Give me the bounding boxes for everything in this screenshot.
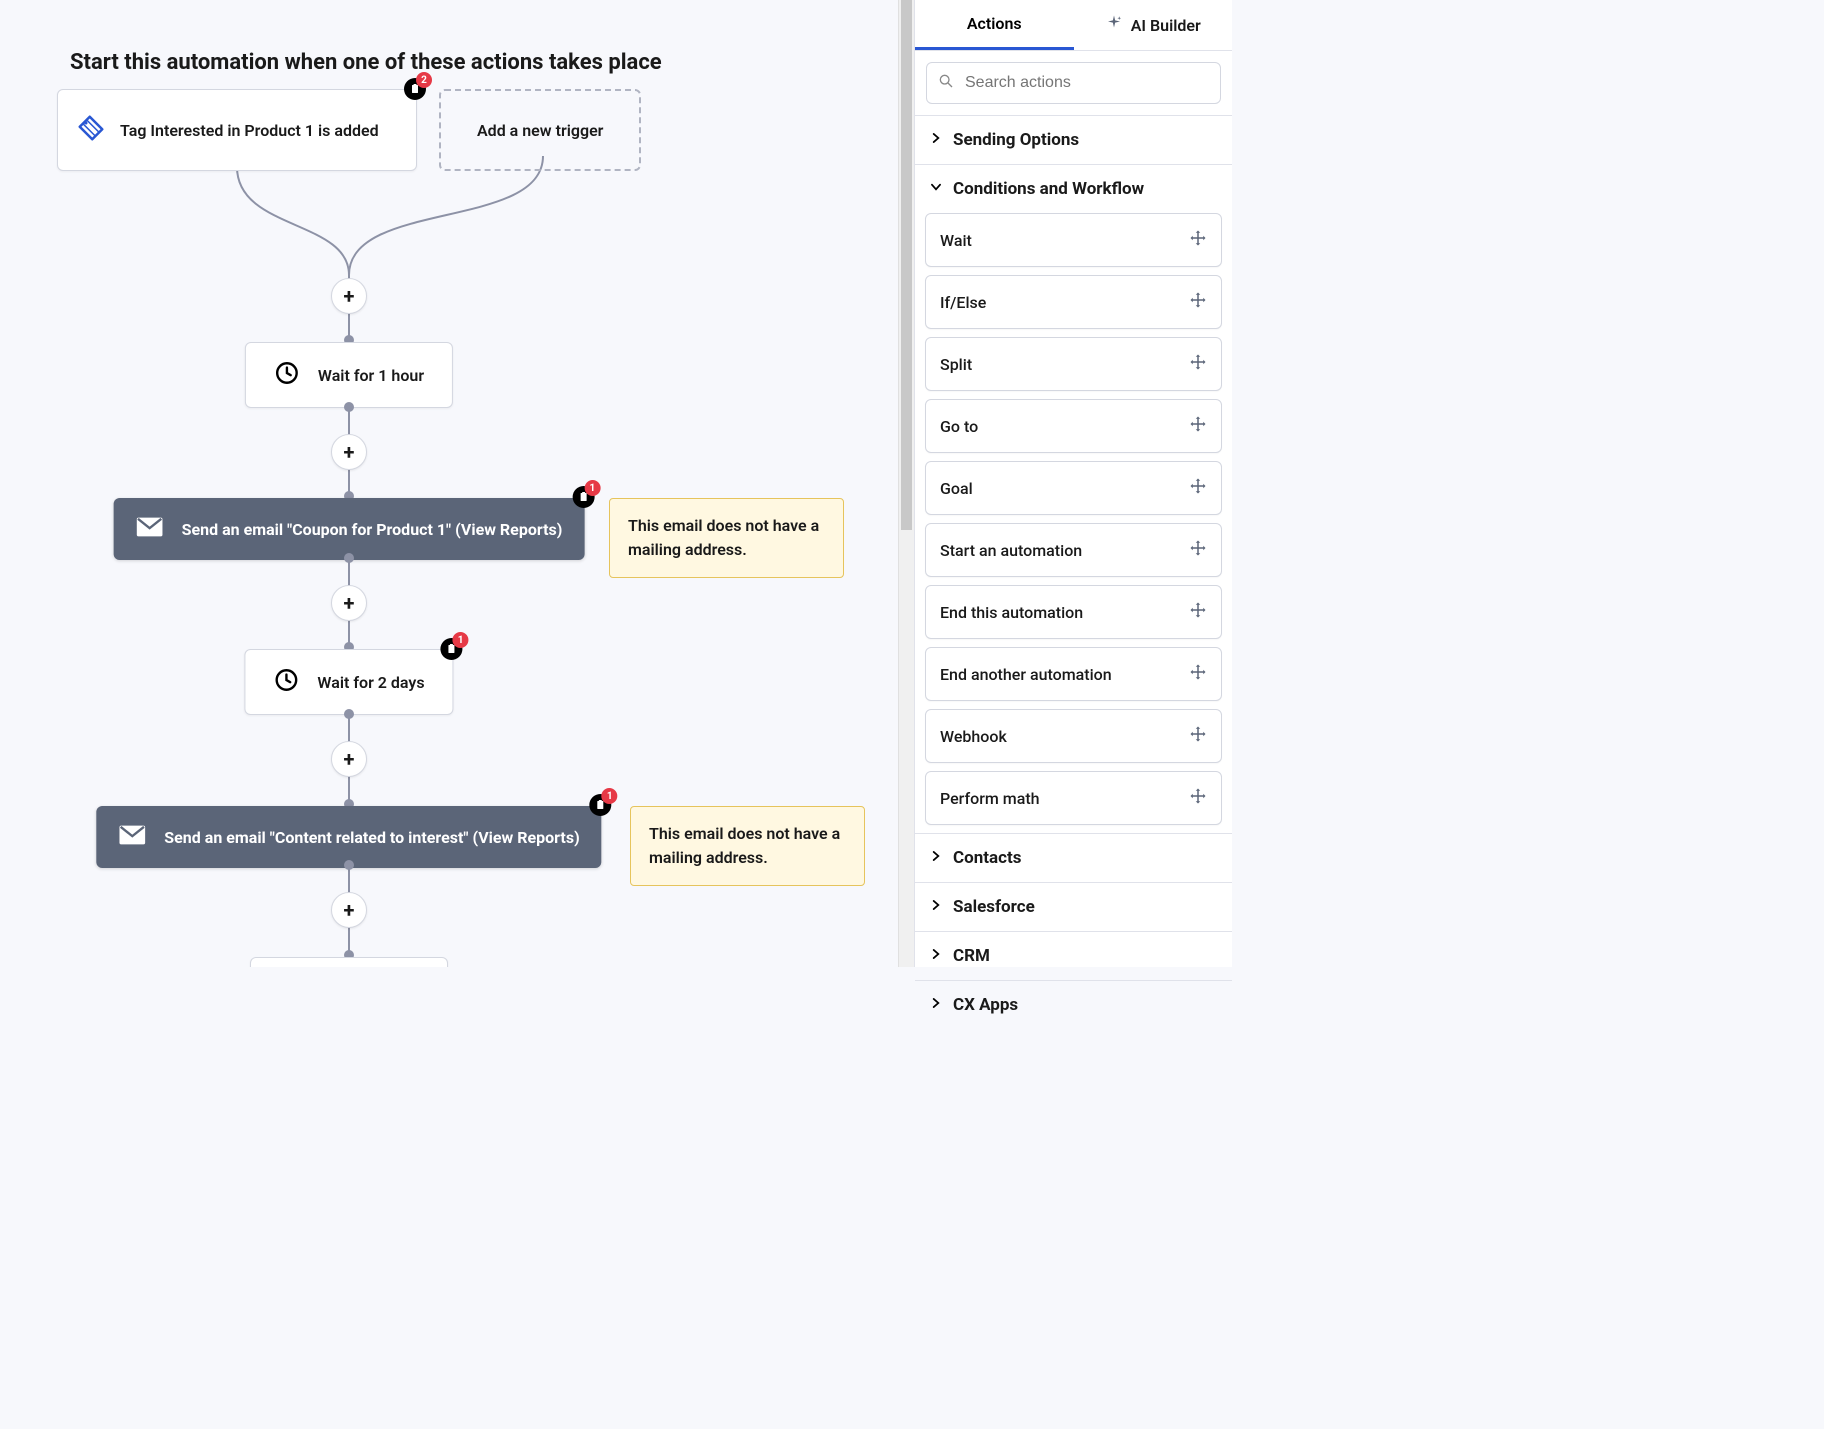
action-item-label: Go to — [940, 417, 978, 436]
chevron-down-icon — [929, 179, 943, 199]
section-conditions-label: Conditions and Workflow — [953, 179, 1144, 199]
email-1-badge-count: 1 — [584, 480, 600, 496]
move-icon — [1189, 601, 1207, 623]
flow-joint — [344, 553, 354, 563]
action-item-webhook[interactable]: Webhook — [925, 709, 1222, 763]
section-cxapps-label: CX Apps — [953, 995, 1018, 1015]
email-1-label: Send an email "Coupon for Product 1" (Vi… — [182, 520, 563, 539]
wait-node-1[interactable]: Wait for 1 hour — [245, 342, 453, 408]
move-icon — [1189, 725, 1207, 747]
search-icon — [938, 73, 954, 93]
section-conditions-workflow[interactable]: Conditions and Workflow — [915, 165, 1232, 213]
section-crm[interactable]: CRM — [915, 932, 1232, 980]
tab-actions-label: Actions — [967, 14, 1022, 33]
chevron-right-icon — [929, 897, 943, 917]
action-item-label: Webhook — [940, 727, 1007, 746]
clock-icon — [274, 360, 300, 390]
automation-heading: Start this automation when one of these … — [70, 50, 662, 75]
trigger-card[interactable]: Tag Interested in Product 1 is added 2 — [57, 89, 417, 171]
flow-joint — [344, 709, 354, 719]
add-trigger-button[interactable]: Add a new trigger — [439, 89, 641, 171]
section-contacts[interactable]: Contacts — [915, 834, 1232, 882]
section-contacts-label: Contacts — [953, 848, 1021, 868]
mail-icon — [118, 824, 146, 850]
action-item-if-else[interactable]: If/Else — [925, 275, 1222, 329]
search-input[interactable] — [926, 62, 1221, 104]
action-item-split[interactable]: Split — [925, 337, 1222, 391]
email-node-2[interactable]: Send an email "Content related to intere… — [96, 806, 601, 868]
section-sending-options[interactable]: Sending Options — [915, 116, 1232, 164]
section-sending-label: Sending Options — [953, 130, 1079, 150]
warning-note-1: This email does not have a mailing addre… — [609, 498, 844, 578]
tag-icon — [76, 113, 106, 147]
wait-2-badge-count: 1 — [453, 632, 469, 648]
wait-2-badge: 1 — [441, 638, 463, 660]
action-item-end-this-automation[interactable]: End this automation — [925, 585, 1222, 639]
email-1-badge: 1 — [572, 486, 594, 508]
clock-icon — [273, 667, 299, 697]
action-item-go-to[interactable]: Go to — [925, 399, 1222, 453]
move-icon — [1189, 353, 1207, 375]
mail-icon — [136, 516, 164, 542]
email-2-badge: 1 — [590, 794, 612, 816]
move-icon — [1189, 787, 1207, 809]
add-step-button[interactable]: + — [331, 434, 367, 470]
action-item-label: Perform math — [940, 789, 1040, 808]
actions-panel: Actions AI Builder Sending Options — [914, 0, 1232, 967]
email-node-1[interactable]: Send an email "Coupon for Product 1" (Vi… — [114, 498, 585, 560]
add-step-button[interactable]: + — [331, 741, 367, 777]
email-2-label: Send an email "Content related to intere… — [164, 828, 579, 847]
add-step-button[interactable]: + — [331, 278, 367, 314]
action-item-label: Split — [940, 355, 972, 374]
section-cx-apps[interactable]: CX Apps — [915, 981, 1232, 1029]
action-item-wait[interactable]: Wait — [925, 213, 1222, 267]
warning-note-2: This email does not have a mailing addre… — [630, 806, 865, 886]
action-item-label: Goal — [940, 479, 973, 498]
move-icon — [1189, 477, 1207, 499]
tab-actions[interactable]: Actions — [915, 0, 1074, 50]
action-item-label: If/Else — [940, 293, 986, 312]
wait-1-label: Wait for 1 hour — [318, 366, 424, 385]
email-2-badge-count: 1 — [602, 788, 618, 804]
move-icon — [1189, 663, 1207, 685]
action-item-label: Wait — [940, 231, 972, 250]
trigger-badge: 2 — [404, 78, 426, 100]
action-item-end-another-automation[interactable]: End another automation — [925, 647, 1222, 701]
move-icon — [1189, 229, 1207, 251]
action-item-label: Start an automation — [940, 541, 1082, 560]
add-step-button[interactable]: + — [331, 585, 367, 621]
add-step-button[interactable]: + — [331, 892, 367, 928]
chevron-right-icon — [929, 848, 943, 868]
sparkle-icon — [1105, 14, 1123, 36]
wait-2-label: Wait for 2 days — [317, 673, 424, 692]
flow-joint — [344, 402, 354, 412]
flow-joint — [344, 860, 354, 870]
section-salesforce[interactable]: Salesforce — [915, 883, 1232, 931]
scrollbar-thumb[interactable] — [901, 0, 912, 530]
tab-ai-label: AI Builder — [1131, 16, 1201, 35]
action-item-goal[interactable]: Goal — [925, 461, 1222, 515]
section-salesforce-label: Salesforce — [953, 897, 1035, 917]
add-trigger-label: Add a new trigger — [477, 121, 603, 140]
trigger-label: Tag Interested in Product 1 is added — [120, 121, 379, 140]
vertical-scrollbar[interactable] — [898, 0, 914, 967]
wait-node-cut[interactable] — [250, 957, 448, 967]
wait-node-2[interactable]: Wait for 2 days 1 — [244, 649, 453, 715]
move-icon — [1189, 291, 1207, 313]
chevron-right-icon — [929, 946, 943, 966]
move-icon — [1189, 539, 1207, 561]
chevron-right-icon — [929, 130, 943, 150]
action-item-label: End this automation — [940, 603, 1083, 622]
chevron-right-icon — [929, 995, 943, 1015]
trigger-badge-count: 2 — [416, 72, 432, 88]
action-item-label: End another automation — [940, 665, 1112, 684]
tab-ai-builder[interactable]: AI Builder — [1074, 0, 1233, 50]
action-item-start-an-automation[interactable]: Start an automation — [925, 523, 1222, 577]
action-item-perform-math[interactable]: Perform math — [925, 771, 1222, 825]
move-icon — [1189, 415, 1207, 437]
section-crm-label: CRM — [953, 946, 990, 966]
